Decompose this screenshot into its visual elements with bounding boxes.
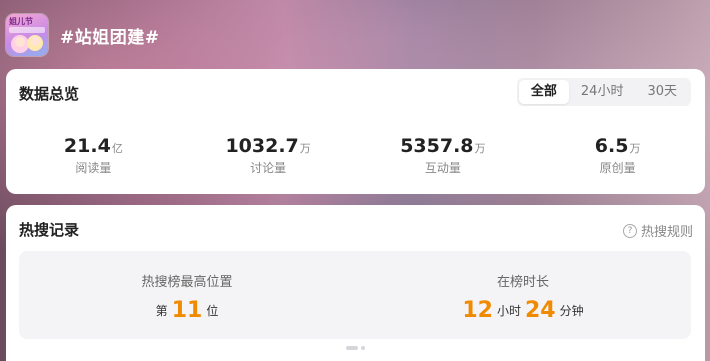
tab-all[interactable]: 全部 [518,80,569,104]
stat-unit: 万 [299,142,311,155]
tab-30d[interactable]: 30天 [635,80,689,104]
tab-24h[interactable]: 24小时 [569,80,636,104]
stat-value: 5357.8 [400,135,474,157]
hot-search-rules-link[interactable]: ? 热搜规则 [622,221,693,240]
stat-discussions: 1032.7万 讨论量 [181,135,356,176]
stat-label: 原创量 [599,161,636,175]
topic-title: #站姐团建# [60,27,160,48]
stat-value: 1032.7 [225,135,299,157]
duration-value-row: 12 小时 24 分钟 [355,298,691,323]
stat-value: 21.4 [63,135,111,157]
hot-search-title: 热搜记录 [19,221,80,239]
highest-position-value-row: 第 11 位 [19,298,355,323]
position-number: 11 [171,298,203,323]
data-overview-card: 数据总览 全部 24小时 30天 21.4亿 阅读量 1032.7万 讨论量 5… [6,69,705,194]
stat-label: 互动量 [424,161,461,175]
position-suffix: 位 [206,304,219,318]
stat-interactions: 5357.8万 互动量 [356,135,531,176]
stat-unit: 万 [474,142,486,155]
duration-block: 在榜时长 12 小时 24 分钟 [355,251,691,339]
page-indicator-dot [361,346,365,350]
topic-header: 姐儿节 #站姐团建# [6,11,160,59]
stat-unit: 亿 [111,142,123,155]
rules-label: 热搜规则 [640,225,693,240]
hot-search-card: 热搜记录 ? 热搜规则 热搜榜最高位置 第 11 位 在榜时长 12 小时 24 分钟 [6,205,705,361]
stat-label: 阅读量 [75,161,112,175]
duration-hours: 12 [462,298,493,323]
duration-minutes: 24 [525,298,556,323]
time-range-tabs: 全部 24小时 30天 [516,78,691,106]
stat-unit: 万 [629,142,641,155]
overview-title: 数据总览 [19,85,80,103]
stat-reads: 21.4亿 阅读量 [6,135,181,176]
stats-row: 21.4亿 阅读量 1032.7万 讨论量 5357.8万 互动量 6.5万 原… [6,135,705,176]
stat-label: 讨论量 [250,161,287,175]
stat-value: 6.5 [594,135,629,157]
stat-originals: 6.5万 原创量 [530,135,705,176]
duration-hours-unit: 小时 [496,304,521,318]
position-prefix: 第 [155,304,168,318]
hot-search-panel: 热搜榜最高位置 第 11 位 在榜时长 12 小时 24 分钟 [19,251,691,339]
page-indicator-dot-active [346,346,358,350]
duration-label: 在榜时长 [496,275,549,290]
page-indicator [346,346,365,350]
topic-avatar[interactable]: 姐儿节 [6,14,48,56]
avatar-caption: 姐儿节 [9,17,33,26]
highest-position-label: 热搜榜最高位置 [141,275,233,290]
question-circle-icon: ? [622,223,637,238]
duration-minutes-unit: 分钟 [559,304,584,318]
highest-position-block: 热搜榜最高位置 第 11 位 [19,251,355,339]
